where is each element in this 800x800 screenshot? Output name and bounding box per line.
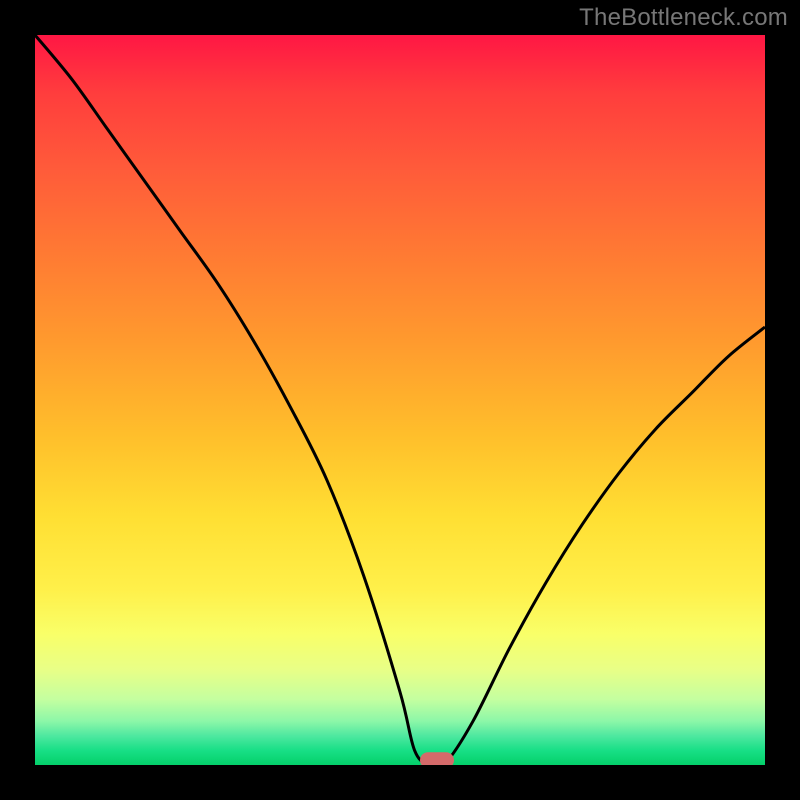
plot-area [35, 35, 765, 765]
watermark-text: TheBottleneck.com [579, 4, 788, 32]
chart-frame: TheBottleneck.com [0, 0, 800, 800]
optimal-marker [420, 752, 454, 765]
bottleneck-curve [35, 35, 765, 765]
curve-path [35, 35, 765, 765]
